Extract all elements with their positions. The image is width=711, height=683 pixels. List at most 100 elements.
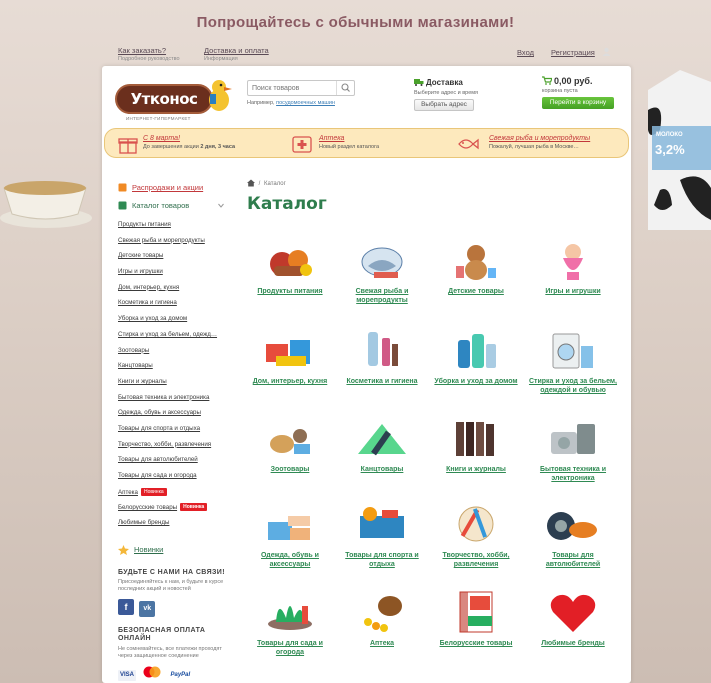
catalog-tile-image[interactable] [260,500,320,546]
choose-address-button[interactable]: Выбрать адрес [414,99,474,111]
sidebar-category-item[interactable]: Продукты питания [118,221,234,237]
sidebar-category-item[interactable]: Зоотовары [118,347,234,363]
catalog-tile-label[interactable]: Канцтовары [336,465,428,474]
sidebar-category-item[interactable]: Детские товары [118,252,234,268]
promo-pharmacy-title[interactable]: Аптека [319,135,379,142]
catalog-tile-label[interactable]: Игры и игрушки [527,287,619,296]
catalog-tile[interactable]: Стирка и уход за бельем, одеждой и обувь… [527,326,619,395]
catalog-tile[interactable]: Свежая рыба и морепродукты [336,236,428,305]
catalog-tile-label[interactable]: Зоотовары [244,465,336,474]
catalog-tile-image[interactable] [446,500,506,546]
sidebar-catalog-toggle[interactable]: Каталог товаров [118,201,234,215]
sidebar-category-item[interactable]: Дом, интерьер, кухня [118,284,234,300]
sidebar-category-item[interactable]: Любимые бренды [118,519,234,535]
search-hint-link[interactable]: посудомоечных машин [276,100,335,106]
sidebar-category-item[interactable]: Творчество, хобби, развлечения [118,441,234,457]
sidebar-category-item[interactable]: Товары для автолюбителей [118,456,234,472]
catalog-tile-label[interactable]: Косметика и гигиена [336,377,428,386]
catalog-tile[interactable]: Детские товары [430,236,522,296]
sidebar-category-item[interactable]: Книги и журналы [118,378,234,394]
catalog-tile-label[interactable]: Свежая рыба и морепродукты [336,287,428,305]
catalog-tile-image[interactable] [543,414,603,460]
catalog-tile-image[interactable] [352,588,412,634]
catalog-tile[interactable]: Одежда, обувь и аксессуары [244,500,336,569]
catalog-tile-image[interactable] [543,236,603,282]
catalog-tile-label[interactable]: Книги и журналы [430,465,522,474]
catalog-tile[interactable]: Книги и журналы [430,414,522,474]
go-to-cart-button[interactable]: Перейти в корзину [542,97,614,109]
catalog-tile-label[interactable]: Продукты питания [244,287,336,296]
delivery-payment-link[interactable]: Доставка и оплата [204,46,269,55]
catalog-tile[interactable]: Дом, интерьер, кухня [244,326,336,386]
catalog-tile-image[interactable] [352,500,412,546]
promo-fish[interactable]: Свежая рыба и морепродукты Пожалуй, лучш… [489,135,590,150]
catalog-tile-image[interactable] [446,236,506,282]
search-button[interactable] [336,81,354,95]
catalog-tile-label[interactable]: Товары для сада и огорода [244,639,336,657]
catalog-tile-image[interactable] [446,414,506,460]
how-to-order-link[interactable]: Как заказать? [118,46,166,55]
catalog-tile[interactable]: Товары для сада и огорода [244,588,336,657]
sidebar-sales-link[interactable]: Распродажи и акции [118,183,234,197]
site-logo[interactable]: Утконос [115,84,213,114]
catalog-tile-image[interactable] [446,326,506,372]
catalog-tile[interactable]: Любимые бренды [527,588,619,648]
vk-icon[interactable]: vk [139,600,156,617]
catalog-tile-label[interactable]: Белорусские товары [430,639,522,648]
catalog-tile[interactable]: Продукты питания [244,236,336,296]
sidebar-category-item[interactable]: Бытовая техника и электроника [118,394,234,410]
promo-fish-title[interactable]: Свежая рыба и морепродукты [489,135,590,142]
catalog-tile[interactable]: Канцтовары [336,414,428,474]
sidebar-category-item[interactable]: Свежая рыба и морепродукты [118,237,234,253]
login-link[interactable]: Вход [517,48,534,57]
catalog-tile-label[interactable]: Любимые бренды [527,639,619,648]
catalog-tile-label[interactable]: Товары для автолюбителей [527,551,619,569]
catalog-tile[interactable]: Белорусские товары [430,588,522,648]
catalog-tile-label[interactable]: Дом, интерьер, кухня [244,377,336,386]
catalog-tile[interactable]: Косметика и гигиена [336,326,428,386]
sidebar-category-item[interactable]: Аптека Новинка [118,487,234,504]
catalog-tile[interactable]: Зоотовары [244,414,336,474]
register-link[interactable]: Регистрация [551,48,595,57]
sidebar-category-item[interactable]: Косметика и гигиена [118,299,234,315]
catalog-tile[interactable]: Аптека [336,588,428,648]
catalog-tile-image[interactable] [446,588,506,634]
catalog-tile-image[interactable] [260,236,320,282]
catalog-tile-image[interactable] [543,588,603,634]
cart-amount[interactable]: 0,00 руб. [542,76,614,86]
sidebar-novinki-link[interactable]: Новинки [118,544,234,557]
catalog-tile[interactable]: Уборка и уход за домом [430,326,522,386]
sidebar-category-item[interactable]: Игры и игрушки [118,268,234,284]
catalog-tile-label[interactable]: Творчество, хобби, развлечения [430,551,522,569]
catalog-tile-label[interactable]: Товары для спорта и отдыха [336,551,428,569]
catalog-tile[interactable]: Товары для спорта и отдыха [336,500,428,569]
sidebar-category-item[interactable]: Товары для спорта и отдыха [118,425,234,441]
catalog-tile-image[interactable] [352,326,412,372]
sidebar-category-item[interactable]: Стирка и уход за бельем, одежд… [118,331,234,347]
catalog-tile-label[interactable]: Аптека [336,639,428,648]
promo-march8[interactable]: С 8 марта! До завершения акции 2 дня, 3 … [143,135,235,150]
sidebar-category-item[interactable]: Белорусские товары Новинка [118,503,234,519]
catalog-tile-label[interactable]: Детские товары [430,287,522,296]
catalog-tile-image[interactable] [260,414,320,460]
catalog-tile[interactable]: Бытовая техника и электроника [527,414,619,483]
search-input[interactable] [248,81,336,95]
catalog-tile[interactable]: Игры и игрушки [527,236,619,296]
sidebar-category-item[interactable]: Одежда, обувь и аксессуары [118,409,234,425]
catalog-tile[interactable]: Товары для автолюбителей [527,500,619,569]
facebook-icon[interactable]: f [118,598,134,615]
catalog-tile-image[interactable] [260,588,320,634]
catalog-tile-image[interactable] [260,326,320,372]
catalog-tile-label[interactable]: Одежда, обувь и аксессуары [244,551,336,569]
sidebar-category-item[interactable]: Канцтовары [118,362,234,378]
catalog-tile-label[interactable]: Стирка и уход за бельем, одеждой и обувь… [527,377,619,395]
catalog-tile-image[interactable] [352,236,412,282]
promo-pharmacy[interactable]: Аптека Новый раздел каталога [319,135,379,150]
catalog-tile-label[interactable]: Бытовая техника и электроника [527,465,619,483]
home-icon[interactable] [247,179,255,187]
catalog-tile-image[interactable] [543,326,603,372]
catalog-tile[interactable]: Творчество, хобби, развлечения [430,500,522,569]
catalog-tile-image[interactable] [352,414,412,460]
promo-march8-title[interactable]: С 8 марта! [143,135,235,142]
sidebar-category-item[interactable]: Уборка и уход за домом [118,315,234,331]
